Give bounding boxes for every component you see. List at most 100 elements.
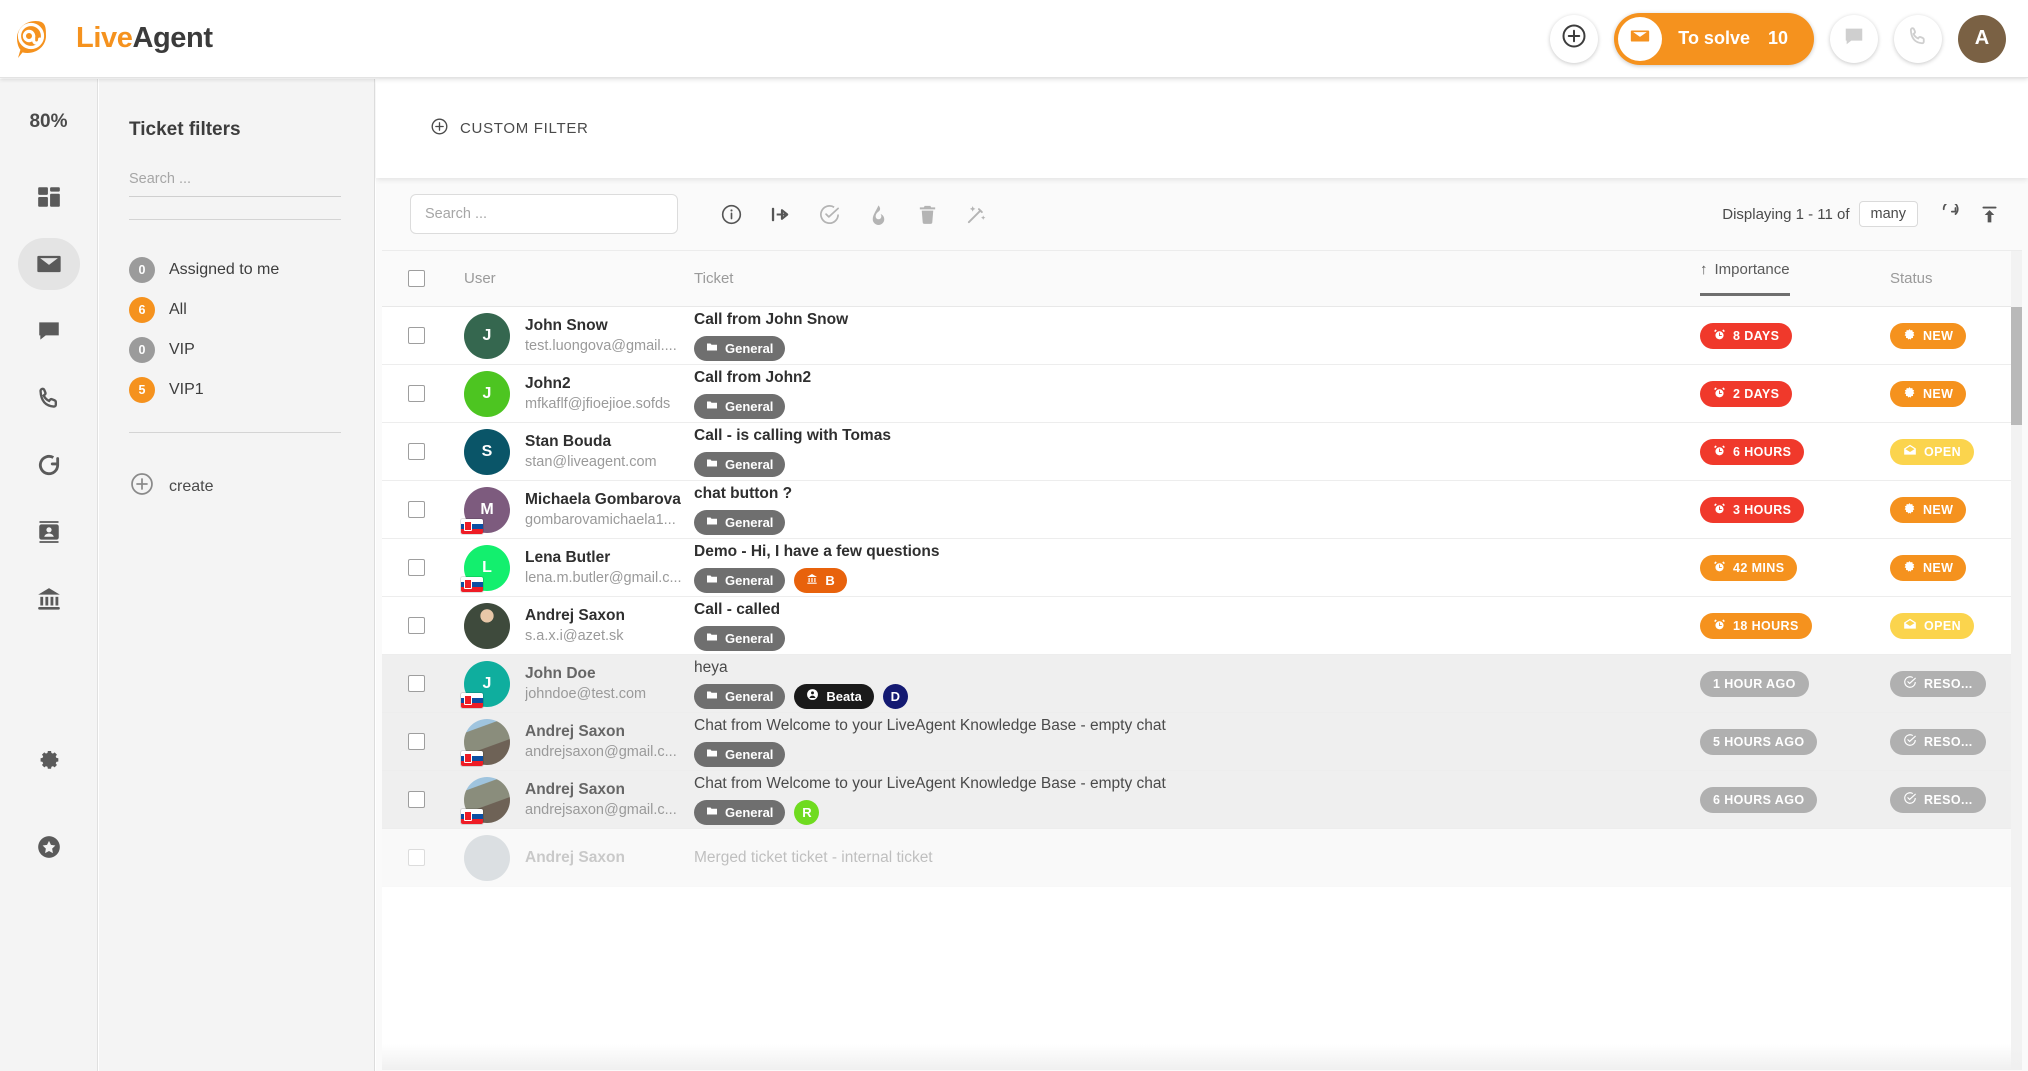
table-row[interactable]: Andrej Saxon andrejsaxon@gmail.c... Chat… [382,771,2022,829]
avatar: L [461,544,510,592]
magic-wand-icon[interactable] [965,203,988,226]
to-solve-button[interactable]: To solve 10 [1614,12,1814,65]
folder-icon [706,341,718,356]
tag-label: General [725,456,774,472]
alarm-icon [1713,618,1726,634]
avatar: J [464,370,510,417]
user-name: Michaela Gombarova [525,491,681,508]
info-icon[interactable] [720,203,743,226]
tag-general[interactable]: General [694,567,786,593]
row-importance-cell: 5 HOURS AGO [1700,728,1890,755]
tag-general[interactable]: General [694,683,786,709]
sidebar-item-tickets[interactable] [17,238,80,290]
sidebar-item-dashboard[interactable] [18,171,80,223]
alarm-icon [1713,386,1726,402]
sidebar-item-chats[interactable] [18,305,80,357]
user-avatar[interactable]: A [1958,14,2006,63]
tag-d[interactable]: D [882,683,908,709]
alarm-icon [1713,328,1726,344]
sidebar-item-favorites[interactable] [18,821,80,873]
column-header-ticket[interactable]: Ticket [694,270,1700,287]
importance-badge: 2 DAYS [1700,380,1793,407]
tag-label: B [825,572,835,588]
table-row[interactable]: J John2 mfkaflf@jfioejioe.sofds Call fro… [382,365,2022,423]
row-checkbox[interactable] [408,617,425,634]
refresh-icon[interactable] [1938,203,1959,225]
row-checkbox[interactable] [408,791,425,808]
row-checkbox[interactable] [408,327,425,344]
row-importance-cell: 3 HOURS [1700,496,1890,523]
total-count-chip[interactable]: many [1858,201,1918,227]
export-up-icon[interactable] [1979,204,2000,225]
check-circle-icon [1903,675,1917,692]
tag-general[interactable]: General [694,451,786,477]
filter-search-input[interactable] [129,167,341,197]
sidebar-item-calls[interactable] [18,372,80,424]
tag-general[interactable]: General [694,799,786,825]
row-checkbox[interactable] [408,501,425,518]
resolve-check-icon[interactable] [818,203,841,226]
select-all-checkbox[interactable] [408,270,425,287]
app-logo[interactable]: LiveAgent [14,14,213,64]
tag-r[interactable]: R [794,799,820,825]
dashboard-icon [36,184,62,210]
search-input[interactable] [410,194,678,234]
row-checkbox[interactable] [408,559,425,576]
create-filter-label: create [169,477,214,495]
importance-text: 6 HOURS [1733,444,1792,459]
logo-wordmark: LiveAgent [76,22,213,55]
trash-icon[interactable] [916,203,939,226]
chat-button[interactable] [1830,14,1878,63]
user-name: Andrej Saxon [525,723,625,740]
table-row[interactable]: M Michaela Gombarova gombarovamichaela1.… [382,481,2022,539]
row-checkbox[interactable] [408,443,425,460]
row-select-cell [408,675,464,692]
filter-item-assigned-to-me[interactable]: 0 Assigned to me [129,250,374,290]
sidebar-item-settings[interactable] [18,732,80,784]
row-checkbox[interactable] [408,675,425,692]
tag-label: General [725,688,774,704]
row-checkbox[interactable] [408,733,425,750]
table-scrollbar-track[interactable] [2011,251,2022,1070]
table-row[interactable]: Andrej Saxon s.a.x.i@azet.sk Call - call… [382,597,2022,655]
displaying-text: Displaying 1 - 11 of [1722,205,1850,223]
tag-general[interactable]: General [694,625,786,651]
star-icon [36,834,62,860]
column-header-importance[interactable]: ↑ Importance [1700,261,1890,296]
tag-department-b[interactable]: B [794,567,847,593]
sidebar-item-departments[interactable] [18,573,80,625]
table-row[interactable]: Andrej Saxon andrejsaxon@gmail.c... Chat… [382,713,2022,771]
tag-general[interactable]: General [694,335,786,361]
table-row[interactable]: S Stan Bouda stan@liveagent.com Call - i… [382,423,2022,481]
fire-priority-icon[interactable] [867,203,890,226]
tag-agent-beata[interactable]: Beata [794,683,874,709]
filter-item-vip1[interactable]: 5 VIP1 [129,370,374,410]
sidebar-item-contacts[interactable] [18,506,80,558]
tag-general[interactable]: General [694,393,786,419]
column-header-user[interactable]: User [464,270,694,287]
column-header-status[interactable]: Status [1890,270,2022,287]
folder-icon [706,573,718,588]
table-scrollbar-thumb[interactable] [2011,307,2022,425]
add-button[interactable] [1550,14,1599,63]
filter-item-vip[interactable]: 0 VIP [129,330,374,370]
sidebar-item-analytics[interactable] [18,439,80,491]
tag-general[interactable]: General [694,741,786,767]
row-checkbox[interactable] [408,385,425,402]
mail-icon [35,250,63,278]
row-user-cell: S Stan Bouda stan@liveagent.com [464,428,694,475]
table-row[interactable]: J John Doe johndoe@test.com heya General [382,655,2022,713]
table-row[interactable]: Andrej Saxon Merged ticket ticket - inte… [382,829,2022,887]
transfer-icon[interactable] [769,203,792,226]
row-checkbox[interactable] [408,849,425,866]
custom-filter-button[interactable]: CUSTOM FILTER [430,117,589,141]
tag-general[interactable]: General [694,509,786,535]
call-button[interactable] [1894,14,1942,63]
phone-icon [1907,25,1929,52]
row-user-cell: J John2 mfkaflf@jfioejioe.sofds [464,370,694,417]
tag-label: D [890,688,901,704]
table-row[interactable]: J John Snow test.luongova@gmail.... Call… [382,307,2022,365]
table-row[interactable]: L Lena Butler lena.m.butler@gmail.c... D… [382,539,2022,597]
filter-item-all[interactable]: 6 All [129,290,374,330]
create-filter-button[interactable]: create [129,471,374,502]
